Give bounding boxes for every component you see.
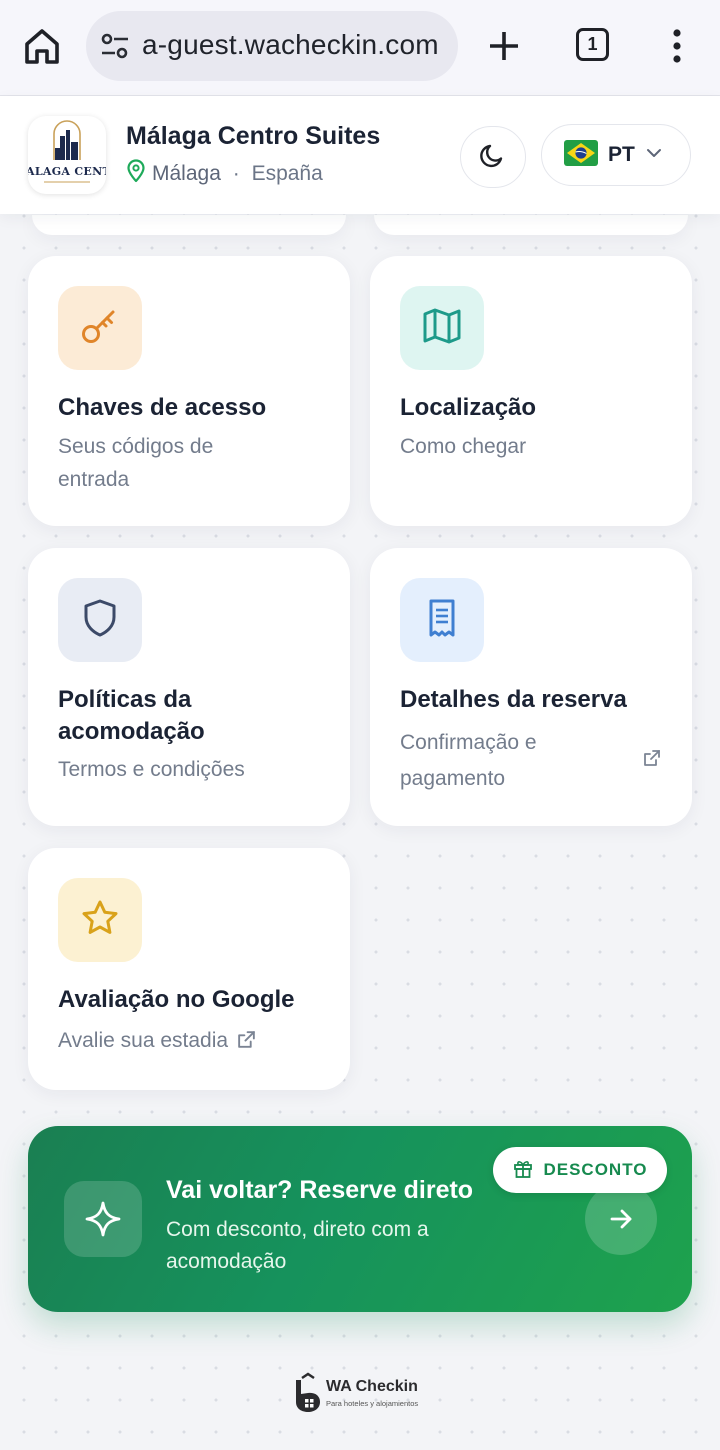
card-title: Localização bbox=[400, 394, 537, 421]
card-subtitle: Avalie sua estadia bbox=[58, 1029, 229, 1052]
key-icon bbox=[78, 304, 122, 353]
wacheckin-logo-icon bbox=[296, 1372, 320, 1412]
site-settings-icon[interactable] bbox=[100, 33, 130, 59]
plus-icon[interactable] bbox=[484, 24, 524, 68]
card-access-keys[interactable]: Chaves de acesso Seus códigos de entrada bbox=[28, 256, 350, 526]
sparkle-icon bbox=[64, 1181, 142, 1257]
app-header: ALAGA CENTR Málaga Centro Suites Málaga … bbox=[0, 96, 720, 214]
card-title: Chaves de acesso bbox=[58, 394, 267, 421]
gift-icon bbox=[512, 1157, 534, 1184]
discount-label: DESCONTO bbox=[543, 1160, 648, 1179]
card-icon-tile bbox=[58, 578, 142, 662]
theme-toggle-button[interactable] bbox=[460, 126, 526, 188]
chevron-down-icon bbox=[645, 146, 663, 164]
card-accommodation-policies[interactable]: Políticas da acomodação Termos e condiçõ… bbox=[28, 548, 350, 826]
property-location: Málaga · España bbox=[126, 159, 323, 189]
card-title: Detalhes da reserva bbox=[400, 686, 627, 713]
home-icon[interactable] bbox=[22, 24, 62, 68]
location-pin-icon bbox=[126, 159, 146, 189]
language-selector[interactable]: PT bbox=[541, 124, 691, 186]
card-peek bbox=[32, 215, 346, 235]
shield-icon bbox=[80, 596, 120, 645]
card-location[interactable]: Localização Como chegar bbox=[370, 256, 692, 526]
arrow-right-icon[interactable] bbox=[585, 1183, 657, 1255]
more-vert-icon[interactable] bbox=[662, 24, 692, 68]
promo-subtitle: Com desconto, direto com a acomodação bbox=[166, 1218, 429, 1273]
promo-title: Vai voltar? Reserve direto bbox=[166, 1176, 474, 1204]
brazil-flag-icon bbox=[564, 139, 598, 171]
receipt-icon bbox=[422, 596, 462, 645]
url-text: a-guest.wacheckin.com bbox=[142, 29, 439, 60]
card-subtitle: Seus códigos de entrada bbox=[58, 435, 214, 491]
discount-badge: DESCONTO bbox=[493, 1147, 667, 1193]
footer-brand-tagline: Para hoteles y alojamientos bbox=[326, 1399, 419, 1408]
card-subtitle: Confirmação e pagamento bbox=[400, 731, 537, 790]
card-title: Políticas da acomodação bbox=[58, 686, 205, 745]
card-subtitle: Termos e condições bbox=[58, 758, 245, 781]
property-name: Málaga Centro Suites bbox=[126, 122, 381, 150]
card-booking-details[interactable]: Detalhes da reserva Confirmação e pagame… bbox=[370, 548, 692, 826]
address-bar[interactable]: a-guest.wacheckin.com bbox=[86, 11, 458, 81]
powered-by-logo[interactable]: WA Checkin Para hoteles y alojamientos bbox=[292, 1372, 442, 1418]
browser-toolbar: a-guest.wacheckin.com 1 bbox=[0, 0, 720, 96]
card-icon-tile bbox=[58, 878, 142, 962]
card-google-review[interactable]: Avaliação no Google Avalie sua estadia bbox=[28, 848, 350, 1090]
card-icon-tile bbox=[400, 578, 484, 662]
card-title: Avaliação no Google bbox=[58, 986, 295, 1013]
card-icon-tile bbox=[58, 286, 142, 370]
property-logo: ALAGA CENTR bbox=[28, 116, 106, 194]
footer-brand-name: WA Checkin bbox=[326, 1378, 418, 1395]
star-icon bbox=[78, 896, 122, 945]
card-subtitle: Como chegar bbox=[400, 435, 527, 458]
card-subtitle-row: Avalie sua estadia bbox=[58, 1024, 348, 1060]
location-separator: · bbox=[226, 162, 246, 185]
map-icon bbox=[420, 304, 464, 353]
card-peek bbox=[374, 215, 688, 235]
logo-text: ALAGA CENTR bbox=[28, 165, 106, 178]
card-icon-tile bbox=[400, 286, 484, 370]
tab-switcher-button[interactable]: 1 bbox=[576, 28, 609, 61]
moon-icon bbox=[479, 141, 507, 174]
external-link-icon bbox=[236, 1027, 257, 1060]
external-link-icon bbox=[642, 748, 662, 773]
location-country: España bbox=[251, 162, 323, 185]
language-code: PT bbox=[608, 143, 635, 166]
location-city: Málaga bbox=[152, 162, 221, 185]
